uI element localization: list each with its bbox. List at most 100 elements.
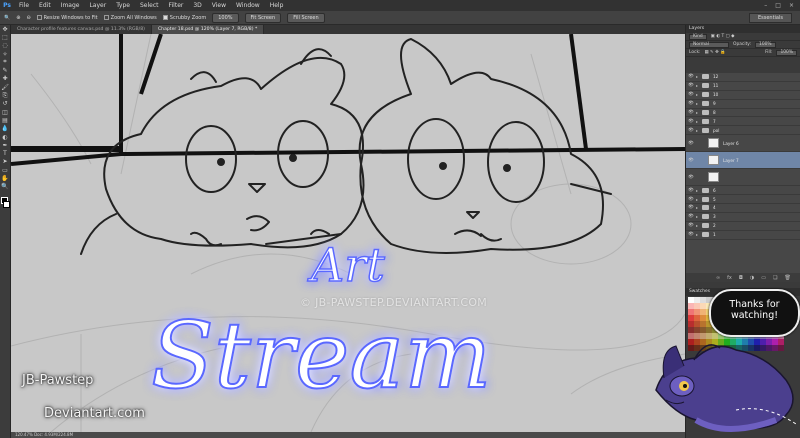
scrubby-zoom-option[interactable]: Scrubby Zoom (162, 14, 206, 21)
menu-item-file[interactable]: File (14, 2, 34, 9)
eraser-icon[interactable]: ◫ (0, 108, 10, 116)
layer-row[interactable]: 👁 ▸ 5 (686, 195, 800, 205)
maximize-icon[interactable]: □ (775, 2, 781, 9)
visibility-eye-icon[interactable]: 👁 (686, 197, 696, 202)
blur-icon[interactable]: 💧 (0, 125, 10, 133)
visibility-eye-icon[interactable]: 👁 (686, 74, 696, 79)
visibility-eye-icon[interactable]: 👁 (686, 101, 696, 106)
move-tool-icon[interactable]: ✥ (0, 25, 10, 33)
layer-row[interactable]: 👁 ▸ 12 (686, 73, 800, 82)
pen-tool-icon[interactable]: ✒ (0, 141, 10, 149)
clone-stamp-icon[interactable]: ⎘ (0, 91, 10, 99)
zoom-out-icon[interactable]: ⊖ (26, 15, 30, 21)
eyedropper-icon[interactable]: ✎ (0, 66, 10, 74)
tab-document-1[interactable]: Character profile features canvas.psd @ … (11, 25, 152, 34)
fill-screen-button[interactable]: Fill Screen (287, 12, 325, 23)
visibility-eye-icon[interactable]: 👁 (686, 188, 696, 193)
minimize-icon[interactable]: – (764, 2, 767, 9)
visibility-eye-icon[interactable]: 👁 (686, 158, 696, 163)
visibility-eye-icon[interactable]: 👁 (686, 232, 696, 237)
visibility-eye-icon[interactable]: 👁 (686, 128, 696, 133)
layer-row[interactable]: 👁 ▸ 6 (686, 186, 800, 196)
kind-filter-select[interactable]: Kind (689, 33, 707, 40)
adjustment-icon[interactable]: ◑ (750, 275, 754, 281)
layer-row[interactable]: 👁 ▸ 9 (686, 100, 800, 109)
visibility-eye-icon[interactable]: 👁 (686, 83, 696, 88)
layer-row[interactable]: 👁 ▸ 8 (686, 109, 800, 118)
document-canvas[interactable]: Art Stream (11, 34, 685, 432)
trash-icon[interactable]: 🗑 (784, 275, 790, 281)
group-icon[interactable]: ▭ (761, 275, 766, 281)
layer-row[interactable]: 👁 ▸ 10 (686, 91, 800, 100)
color-swatch[interactable] (688, 297, 694, 303)
layer-row[interactable]: 👁 ▸ 2 (686, 222, 800, 231)
visibility-eye-icon[interactable]: 👁 (686, 92, 696, 97)
hand-tool-icon[interactable]: ✋ (0, 174, 10, 182)
visibility-eye-icon[interactable]: 👁 (686, 214, 696, 219)
menu-item-3d[interactable]: 3D (188, 2, 206, 9)
color-swatch[interactable] (688, 309, 694, 315)
zoom-in-icon[interactable]: ⊕ (16, 15, 20, 21)
layer-row[interactable]: 👁 ▸ pol (686, 126, 800, 136)
type-tool-icon[interactable]: T (0, 149, 10, 157)
zoom-100-button[interactable]: 100% (212, 12, 239, 23)
crop-tool-icon[interactable]: ⌗ (0, 58, 10, 66)
brush-tool-icon[interactable]: 🖌 (0, 83, 10, 91)
layer-row[interactable]: 👁 Layer 6 (686, 135, 800, 153)
background-color-swatch[interactable] (3, 200, 10, 208)
workspace-select[interactable]: Essentials (748, 12, 792, 23)
layer-row[interactable]: 👁 ▸ 4 (686, 204, 800, 213)
fx-icon[interactable]: fx (727, 275, 732, 281)
visibility-eye-icon[interactable]: 👁 (686, 110, 696, 115)
color-swatch[interactable] (688, 303, 694, 309)
menu-item-image[interactable]: Image (56, 2, 85, 9)
layer-row[interactable]: 👁 ▸ 3 (686, 213, 800, 222)
dodge-icon[interactable]: ◐ (0, 133, 10, 141)
rectangle-tool-icon[interactable]: ▭ (0, 166, 10, 174)
close-icon[interactable]: × (789, 2, 794, 9)
opacity-field[interactable]: 100% (755, 41, 776, 48)
zoom-tool-icon[interactable]: 🔍 (0, 183, 10, 191)
layers-panel-tab[interactable]: Layers (686, 25, 800, 33)
blend-mode-select[interactable]: Normal (689, 41, 729, 48)
menu-item-select[interactable]: Select (135, 2, 164, 9)
resize-windows-option[interactable]: Resize Windows to Fit (36, 14, 98, 21)
lock-icons[interactable]: ▦ ✎ ✥ 🔒 (705, 50, 726, 55)
color-swatch[interactable] (700, 297, 706, 303)
tab-document-2[interactable]: Chapter 18.psd @ 120% (Layer 7, RGB/8) * (151, 25, 265, 34)
marquee-tool-icon[interactable]: ⬚ (0, 33, 10, 41)
layer-row[interactable]: 👁 Layer 7 (686, 152, 800, 170)
link-icon[interactable]: ∞ (716, 275, 720, 281)
path-select-icon[interactable]: ➤ (0, 158, 10, 166)
menu-item-help[interactable]: Help (265, 2, 289, 9)
menu-item-filter[interactable]: Filter (164, 2, 189, 9)
layer-row[interactable]: 👁 ▸ 1 (686, 231, 800, 240)
visibility-eye-icon[interactable]: 👁 (686, 141, 696, 146)
layer-row[interactable]: 👁 (686, 169, 800, 187)
color-swatch[interactable] (694, 309, 700, 315)
color-swatch[interactable] (694, 303, 700, 309)
color-swatch[interactable] (700, 309, 706, 315)
filter-icons[interactable]: ▣ ◐ T ▢ ◆ (711, 34, 735, 39)
lasso-tool-icon[interactable]: ◌ (0, 42, 10, 50)
visibility-eye-icon[interactable]: 👁 (686, 205, 696, 210)
zoom-tool-option-icon[interactable]: 🔍 (4, 15, 10, 21)
healing-brush-icon[interactable]: ✚ (0, 75, 10, 83)
new-layer-icon[interactable]: ❏ (773, 275, 777, 281)
fill-field[interactable]: 100% (776, 49, 797, 56)
color-swatch[interactable] (700, 303, 706, 309)
menu-item-layer[interactable]: Layer (84, 2, 111, 9)
visibility-eye-icon[interactable]: 👁 (686, 223, 696, 228)
menu-item-type[interactable]: Type (111, 2, 135, 9)
history-brush-icon[interactable]: ↺ (0, 100, 10, 108)
fit-screen-button[interactable]: Fit Screen (244, 12, 282, 23)
visibility-eye-icon[interactable]: 👁 (686, 175, 696, 180)
color-swatch[interactable] (694, 297, 700, 303)
zoom-all-option[interactable]: Zoom All Windows (103, 14, 157, 21)
menu-item-view[interactable]: View (207, 2, 231, 9)
quick-select-icon[interactable]: ✧ (0, 50, 10, 58)
mask-icon[interactable]: ◘ (739, 275, 743, 281)
gradient-icon[interactable]: ▤ (0, 116, 10, 124)
menu-item-edit[interactable]: Edit (34, 2, 56, 9)
layer-row[interactable]: 👁 ▸ 11 (686, 82, 800, 91)
